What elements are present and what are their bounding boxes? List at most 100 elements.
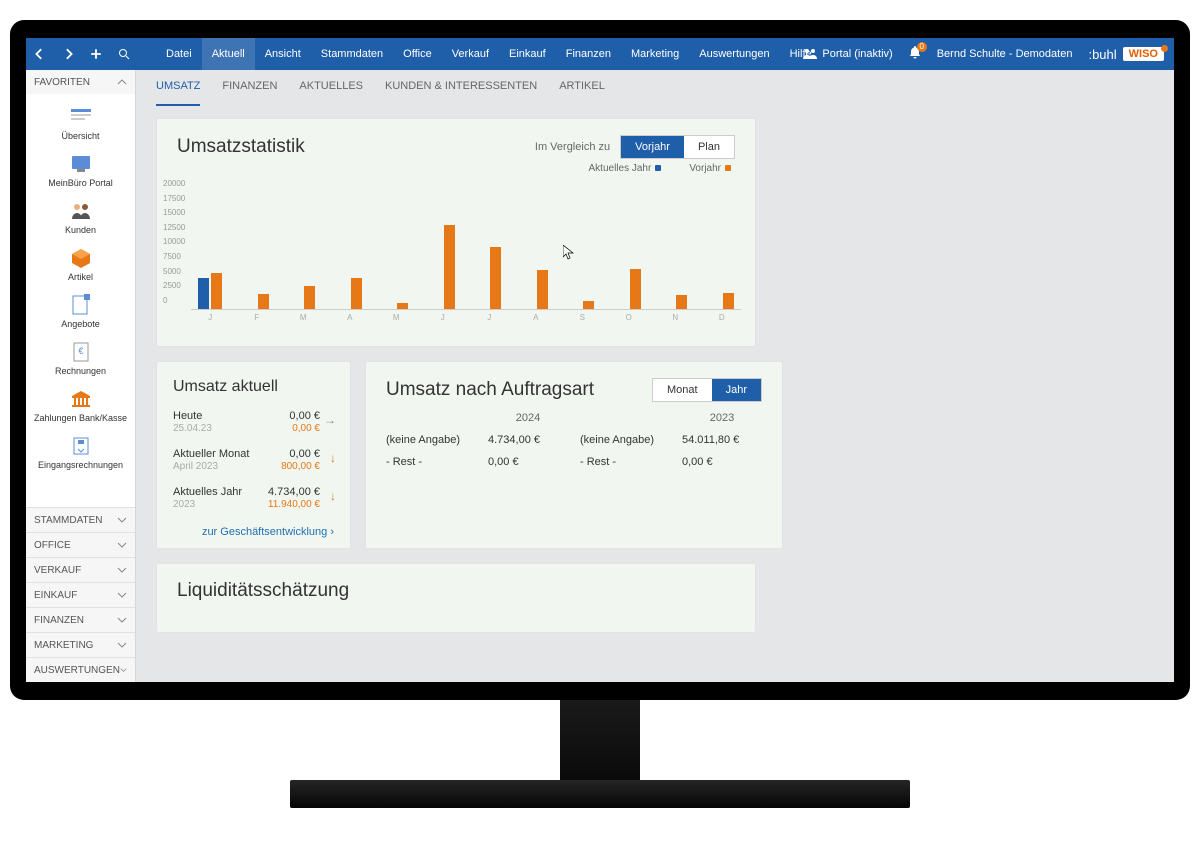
metric-value: 0,00 €: [289, 410, 320, 422]
ytick: 17500: [163, 195, 185, 210]
sidebar-item-invoice[interactable]: €Rechnungen: [26, 335, 135, 382]
main-content: UMSATZ FINANZEN AKTUELLES KUNDEN & INTERESS…: [136, 70, 1174, 682]
sidebar-item-label: Angebote: [61, 319, 100, 329]
bar-prev: [676, 295, 687, 309]
card-umsatzstatistik: Umsatzstatistik Im Vergleich zu VorjahrP…: [156, 118, 756, 347]
menu-item-ansicht[interactable]: Ansicht: [255, 38, 311, 70]
sidebar-item-portal[interactable]: MeinBüro Portal: [26, 147, 135, 194]
sidebar-item-label: Kunden: [65, 225, 96, 235]
portal-icon: [68, 153, 94, 175]
period-opt-monat[interactable]: Monat: [653, 379, 712, 401]
col-head: 2023: [682, 412, 762, 424]
bar-group: M: [383, 303, 410, 309]
xtick: J: [476, 313, 503, 322]
metric-label: Heute: [173, 410, 212, 422]
ytick: 0: [163, 297, 185, 312]
sidebar-section-stammdaten[interactable]: STAMMDATEN: [26, 507, 135, 532]
bar-group: S: [569, 301, 596, 309]
compare-opt-plan[interactable]: Plan: [684, 136, 734, 158]
link-geschaeftsentwicklung[interactable]: zur Geschäftsentwicklung ›: [173, 526, 334, 538]
sidebar-item-bank[interactable]: Zahlungen Bank/Kasse: [26, 382, 135, 429]
xtick: O: [616, 313, 643, 322]
sidebar-section-label: FINANZEN: [34, 615, 84, 626]
tab-artikel[interactable]: ARTIKEL: [559, 80, 605, 106]
sidebar-section-label: MARKETING: [34, 640, 93, 651]
bar-group: D: [709, 293, 736, 309]
chevron-up-icon: [117, 77, 127, 87]
menu-item-aktuell[interactable]: Aktuell: [202, 38, 255, 70]
search-button[interactable]: [110, 38, 138, 70]
compare-opt-vorjahr[interactable]: Vorjahr: [621, 136, 684, 158]
box-icon: [68, 247, 94, 269]
sidebar-item-box[interactable]: Artikel: [26, 241, 135, 288]
metric-row: Aktuelles Jahr20234.734,00 €11.940,00 €↓: [173, 486, 334, 510]
menu-item-stammdaten[interactable]: Stammdaten: [311, 38, 393, 70]
invoice-icon: €: [68, 341, 94, 363]
sidebar: FAVORITEN Übersicht MeinBüro Portal Kunden…: [26, 70, 136, 682]
tab-umsatz[interactable]: UMSATZ: [156, 80, 200, 106]
bar-prev: [630, 269, 641, 309]
bar-prev: [397, 303, 408, 309]
bar-current: [198, 278, 209, 309]
sidebar-section-marketing[interactable]: MARKETING: [26, 632, 135, 657]
bar-prev: [258, 294, 269, 309]
metric-value: 4.734,00 €: [268, 486, 320, 498]
sidebar-section-label: VERKAUF: [34, 565, 81, 576]
sidebar-favoriten-header[interactable]: FAVORITEN: [26, 70, 135, 94]
add-button[interactable]: [82, 38, 110, 70]
menu-item-finanzen[interactable]: Finanzen: [556, 38, 621, 70]
sidebar-section-finanzen[interactable]: FINANZEN: [26, 607, 135, 632]
menu-item-auswertungen[interactable]: Auswertungen: [689, 38, 779, 70]
users-icon[interactable]: Portal (inaktiv): [803, 48, 892, 60]
table-cell: 0,00 €: [682, 456, 762, 468]
metric-sublabel: 2023: [173, 499, 242, 510]
metric-subvalue: 800,00 €: [281, 461, 320, 472]
bar-group: J: [197, 273, 224, 309]
metric-label: Aktuelles Jahr: [173, 486, 242, 498]
sidebar-item-offer[interactable]: Angebote: [26, 288, 135, 335]
back-button[interactable]: [26, 38, 54, 70]
arrow-down-icon: ↓: [330, 451, 336, 465]
bell-icon[interactable]: [909, 46, 921, 62]
compare-toggle: VorjahrPlan: [620, 135, 735, 159]
xtick: M: [290, 313, 317, 322]
legend-current: Aktuelles Jahr: [579, 163, 662, 174]
menu-item-marketing[interactable]: Marketing: [621, 38, 689, 70]
sidebar-section-auswertungen[interactable]: AUSWERTUNGEN: [26, 657, 135, 682]
tab-finanzen[interactable]: FINANZEN: [222, 80, 277, 106]
tab-kunden-interessenten[interactable]: KUNDEN & INTERESSENTEN: [385, 80, 537, 106]
xtick: A: [523, 313, 550, 322]
sidebar-item-inbox[interactable]: Eingangsrechnungen: [26, 429, 135, 476]
chevron-down-icon: [117, 540, 127, 550]
period-opt-jahr[interactable]: Jahr: [712, 379, 761, 401]
tab-aktuelles[interactable]: AKTUELLES: [299, 80, 363, 106]
sidebar-item-overview[interactable]: Übersicht: [26, 100, 135, 147]
user-label[interactable]: Bernd Schulte - Demodaten: [937, 48, 1073, 60]
metric-subvalue: 11.940,00 €: [268, 499, 320, 510]
table-cell: (keine Angabe): [386, 434, 476, 446]
xtick: D: [709, 313, 736, 322]
table-cell: - Rest -: [386, 456, 476, 468]
menu-item-datei[interactable]: Datei: [156, 38, 202, 70]
chevron-down-icon: [117, 615, 127, 625]
menu-item-einkauf[interactable]: Einkauf: [499, 38, 556, 70]
menu-item-verkauf[interactable]: Verkauf: [442, 38, 499, 70]
sidebar-section-einkauf[interactable]: EINKAUF: [26, 582, 135, 607]
metric-sublabel: 25.04.23: [173, 423, 212, 434]
chevron-down-icon: [120, 665, 127, 675]
forward-button[interactable]: [54, 38, 82, 70]
bar-prev: [583, 301, 594, 309]
sidebar-head-label: FAVORITEN: [34, 77, 90, 88]
table-cell: (keine Angabe): [580, 434, 670, 446]
card-umsatz-auftragsart: Umsatz nach Auftragsart MonatJahr 202420…: [365, 361, 783, 549]
sidebar-item-people[interactable]: Kunden: [26, 194, 135, 241]
sidebar-section-verkauf[interactable]: VERKAUF: [26, 557, 135, 582]
metric-row: Heute25.04.230,00 €0,00 €→: [173, 410, 334, 434]
sidebar-item-label: Übersicht: [61, 131, 99, 141]
card-title: Umsatz aktuell: [173, 378, 334, 396]
metric-label: Aktueller Monat: [173, 448, 249, 460]
sidebar-section-office[interactable]: OFFICE: [26, 532, 135, 557]
menu-item-office[interactable]: Office: [393, 38, 442, 70]
content-tabs: UMSATZ FINANZEN AKTUELLES KUNDEN & INTERESS…: [136, 70, 1174, 106]
ytick: 20000: [163, 180, 185, 195]
